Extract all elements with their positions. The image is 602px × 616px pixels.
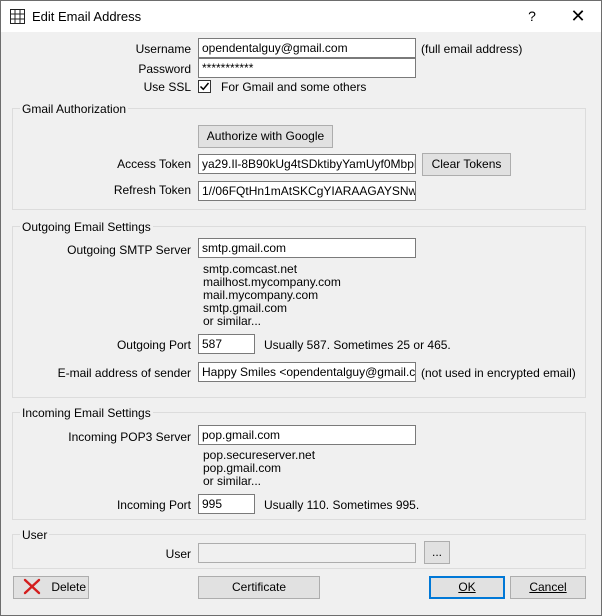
- certificate-button[interactable]: Certificate: [198, 576, 320, 599]
- password-field[interactable]: ***********: [198, 58, 416, 78]
- gmail-authorization-title: Gmail Authorization: [20, 102, 129, 116]
- sender-address-label: E-mail address of sender: [57, 366, 191, 380]
- sender-address-field[interactable]: Happy Smiles <opendentalguy@gmail.com>: [198, 362, 416, 382]
- pop3-example: or similar...: [203, 474, 262, 488]
- clear-tokens-button[interactable]: Clear Tokens: [422, 153, 511, 176]
- incoming-settings-title: Incoming Email Settings: [20, 406, 153, 420]
- password-label: Password: [138, 62, 191, 76]
- refresh-token-field[interactable]: 1//06FQtHn1mAtSKCgYIARAAGAYSNwF-L9: [198, 181, 416, 201]
- outgoing-settings-title: Outgoing Email Settings: [20, 220, 153, 234]
- edit-email-dialog: Edit Email Address ? ✕ Username opendent…: [0, 0, 602, 616]
- title-bar: Edit Email Address ? ✕: [1, 1, 601, 32]
- incoming-port-label: Incoming Port: [116, 498, 191, 512]
- outgoing-port-field[interactable]: 587: [198, 334, 255, 354]
- use-ssl-label: Use SSL: [143, 80, 191, 94]
- smtp-server-field[interactable]: smtp.gmail.com: [198, 238, 416, 258]
- sender-address-note: (not used in encrypted email): [421, 366, 576, 380]
- access-token-field[interactable]: ya29.Il-8B90kUg4tSDktibyYamUyf0MbpHuL2: [198, 154, 416, 174]
- outgoing-port-label: Outgoing Port: [116, 338, 191, 352]
- user-field[interactable]: [198, 543, 416, 563]
- pick-user-button[interactable]: ...: [424, 541, 450, 564]
- username-label: Username: [135, 42, 191, 56]
- username-note: (full email address): [421, 42, 523, 56]
- refresh-token-label: Refresh Token: [113, 183, 191, 197]
- pop3-server-field[interactable]: pop.gmail.com: [198, 425, 416, 445]
- user-label: User: [165, 547, 191, 561]
- close-button[interactable]: ✕: [555, 1, 601, 32]
- cancel-button[interactable]: Cancel: [510, 576, 586, 599]
- incoming-port-note: Usually 110. Sometimes 995.: [264, 498, 420, 512]
- delete-button-label: Delete: [51, 580, 87, 594]
- use-ssl-checkbox[interactable]: [198, 80, 211, 93]
- smtp-server-label: Outgoing SMTP Server: [67, 243, 191, 257]
- username-field[interactable]: opendentalguy@gmail.com: [198, 38, 416, 58]
- ok-button-label: OK: [458, 580, 476, 594]
- access-token-label: Access Token: [117, 157, 191, 171]
- checkmark-icon: [199, 82, 210, 91]
- user-group-title: User: [20, 528, 50, 542]
- ok-button[interactable]: OK: [429, 576, 505, 599]
- smtp-example: or similar...: [203, 314, 262, 328]
- help-button[interactable]: ?: [509, 1, 555, 32]
- use-ssl-note: For Gmail and some others: [221, 80, 367, 94]
- delete-x-icon: [23, 579, 41, 595]
- grid-app-icon: [10, 9, 25, 24]
- delete-button[interactable]: Delete: [13, 576, 89, 599]
- authorize-with-google-button[interactable]: Authorize with Google: [198, 125, 333, 148]
- outgoing-port-note: Usually 587. Sometimes 25 or 465.: [264, 338, 451, 352]
- window-title: Edit Email Address: [32, 9, 142, 24]
- pop3-server-label: Incoming POP3 Server: [68, 430, 191, 444]
- incoming-port-field[interactable]: 995: [198, 494, 255, 514]
- cancel-button-label: Cancel: [529, 580, 567, 594]
